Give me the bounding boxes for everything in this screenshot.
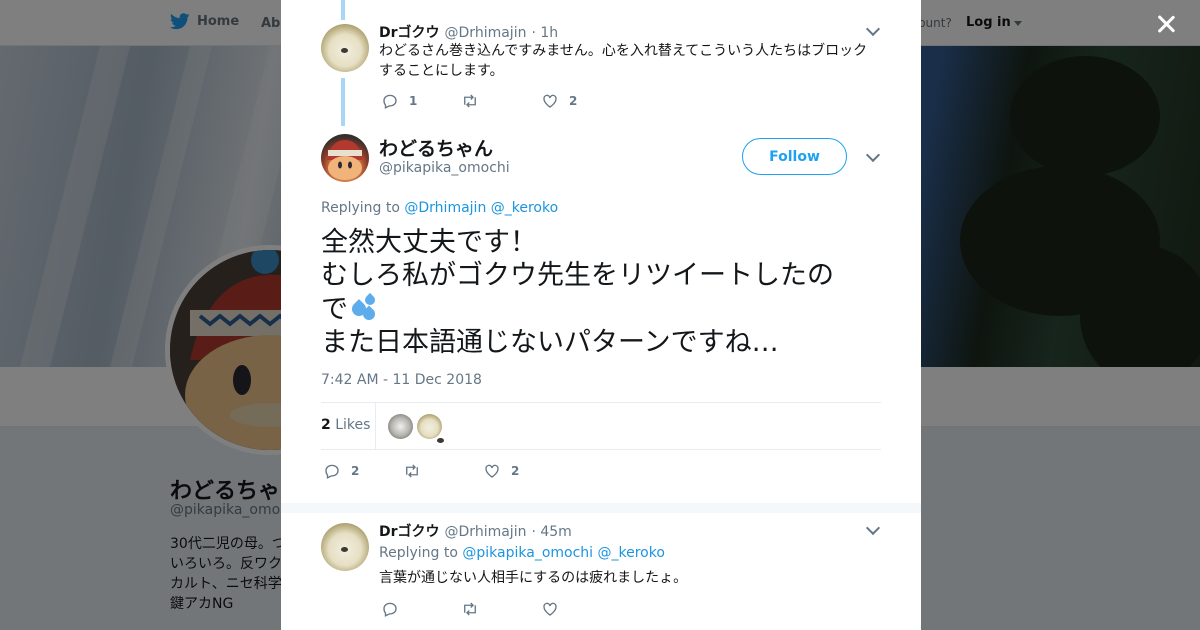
- author-name[interactable]: Drゴクウ: [379, 22, 440, 42]
- avatar[interactable]: [321, 134, 369, 182]
- heart-icon: [485, 464, 499, 478]
- tweet-text: わどるさん巻き込んですみません。心を入れ替えてこういう人たちはブロックすることに…: [379, 43, 868, 79]
- tweet-actions: [381, 600, 569, 618]
- retweet-button[interactable]: [461, 600, 541, 618]
- avatar[interactable]: [321, 523, 369, 571]
- chevron-down-icon[interactable]: [865, 520, 881, 536]
- author-handle[interactable]: @Drhimajin: [445, 25, 527, 41]
- retweet-icon: [406, 464, 418, 478]
- tweet-actions: 1 2: [381, 92, 577, 110]
- tweet-time[interactable]: · 1h: [531, 25, 558, 41]
- sweat-droplets-icon: [348, 292, 380, 323]
- thread-connector: [341, 78, 345, 126]
- like-button[interactable]: [541, 600, 569, 618]
- like-count: 2: [569, 94, 578, 108]
- replying-to: Replying to @pikapika_omochi @_keroko: [379, 545, 665, 561]
- reply-count: 2: [351, 464, 360, 478]
- likes-label: Likes: [335, 417, 371, 433]
- mention-link[interactable]: @_keroko: [598, 545, 665, 561]
- reply-button[interactable]: [381, 600, 461, 618]
- mention-link[interactable]: @Drhimajin: [404, 200, 486, 216]
- close-icon[interactable]: [1152, 10, 1180, 38]
- mention-link[interactable]: @pikapika_omochi: [462, 545, 593, 561]
- author-name[interactable]: Drゴクウ: [379, 521, 440, 541]
- likes-stat[interactable]: 2 Likes: [321, 417, 370, 433]
- tweet-text: 言葉が通じない人相手にするのは疲れましたょ。: [379, 570, 688, 586]
- likes-number: 2: [321, 417, 331, 433]
- retweet-icon: [464, 94, 476, 108]
- tweet-actions: 2 2: [323, 462, 519, 480]
- avatar[interactable]: [321, 24, 369, 72]
- tweet-text-line: むしろ私がゴクウ先生をリツイートしたの: [321, 260, 834, 291]
- retweet-button[interactable]: [403, 462, 483, 480]
- heart-icon: [543, 94, 557, 108]
- author-handle[interactable]: @Drhimajin: [445, 524, 527, 540]
- liker-avatar[interactable]: [417, 414, 444, 443]
- replying-label: Replying to: [321, 200, 400, 216]
- retweet-button[interactable]: [461, 92, 541, 110]
- tweet-text-fragment: で: [321, 294, 348, 325]
- reply-icon: [383, 602, 397, 617]
- tweet-stats: 2 Likes: [321, 402, 881, 450]
- reply-count: 1: [409, 94, 418, 108]
- author-handle[interactable]: @pikapika_omochi: [379, 160, 510, 176]
- chevron-down-icon[interactable]: [865, 21, 881, 37]
- retweet-icon: [464, 602, 476, 616]
- chevron-down-icon[interactable]: [865, 147, 881, 163]
- like-button[interactable]: 2: [483, 462, 519, 480]
- heart-icon: [543, 602, 557, 616]
- tweet-header: Drゴクウ @Drhimajin · 45m: [379, 521, 572, 541]
- tweet-text-line: 全然大丈夫です！: [321, 227, 537, 258]
- like-button[interactable]: 2: [541, 92, 577, 110]
- tweet-text-line: また日本語通じないパターンですね…: [321, 327, 779, 358]
- tweet-text-line: で: [321, 292, 861, 326]
- tweet-header: Drゴクウ @Drhimajin · 1h: [379, 22, 558, 42]
- author-name[interactable]: わどるちゃん: [379, 134, 493, 161]
- liker-avatar[interactable]: [388, 414, 413, 439]
- like-count: 2: [511, 464, 520, 478]
- reply-button[interactable]: 1: [381, 92, 461, 110]
- tweet-modal: Drゴクウ @Drhimajin · 1h わどるさん巻き込んですみません。心を…: [281, 0, 921, 630]
- reply-button[interactable]: 2: [323, 462, 403, 480]
- reply-icon: [325, 464, 339, 479]
- kirby-plush-image: [327, 140, 363, 180]
- tweet-text: 全然大丈夫です！ むしろ私がゴクウ先生をリツイートしたの で また日本語通じない…: [321, 226, 861, 359]
- replying-to: Replying to @Drhimajin @_keroko: [321, 200, 558, 216]
- follow-button[interactable]: Follow: [742, 138, 847, 175]
- mention-link[interactable]: @_keroko: [491, 200, 558, 216]
- tweet-timestamp[interactable]: 7:42 AM - 11 Dec 2018: [321, 372, 482, 388]
- thread-connector: [341, 0, 345, 20]
- reply-icon: [383, 94, 397, 109]
- tweet-time[interactable]: · 45m: [531, 524, 571, 540]
- section-divider: [281, 503, 921, 513]
- replying-label: Replying to: [379, 545, 458, 561]
- stats-divider: [375, 403, 376, 450]
